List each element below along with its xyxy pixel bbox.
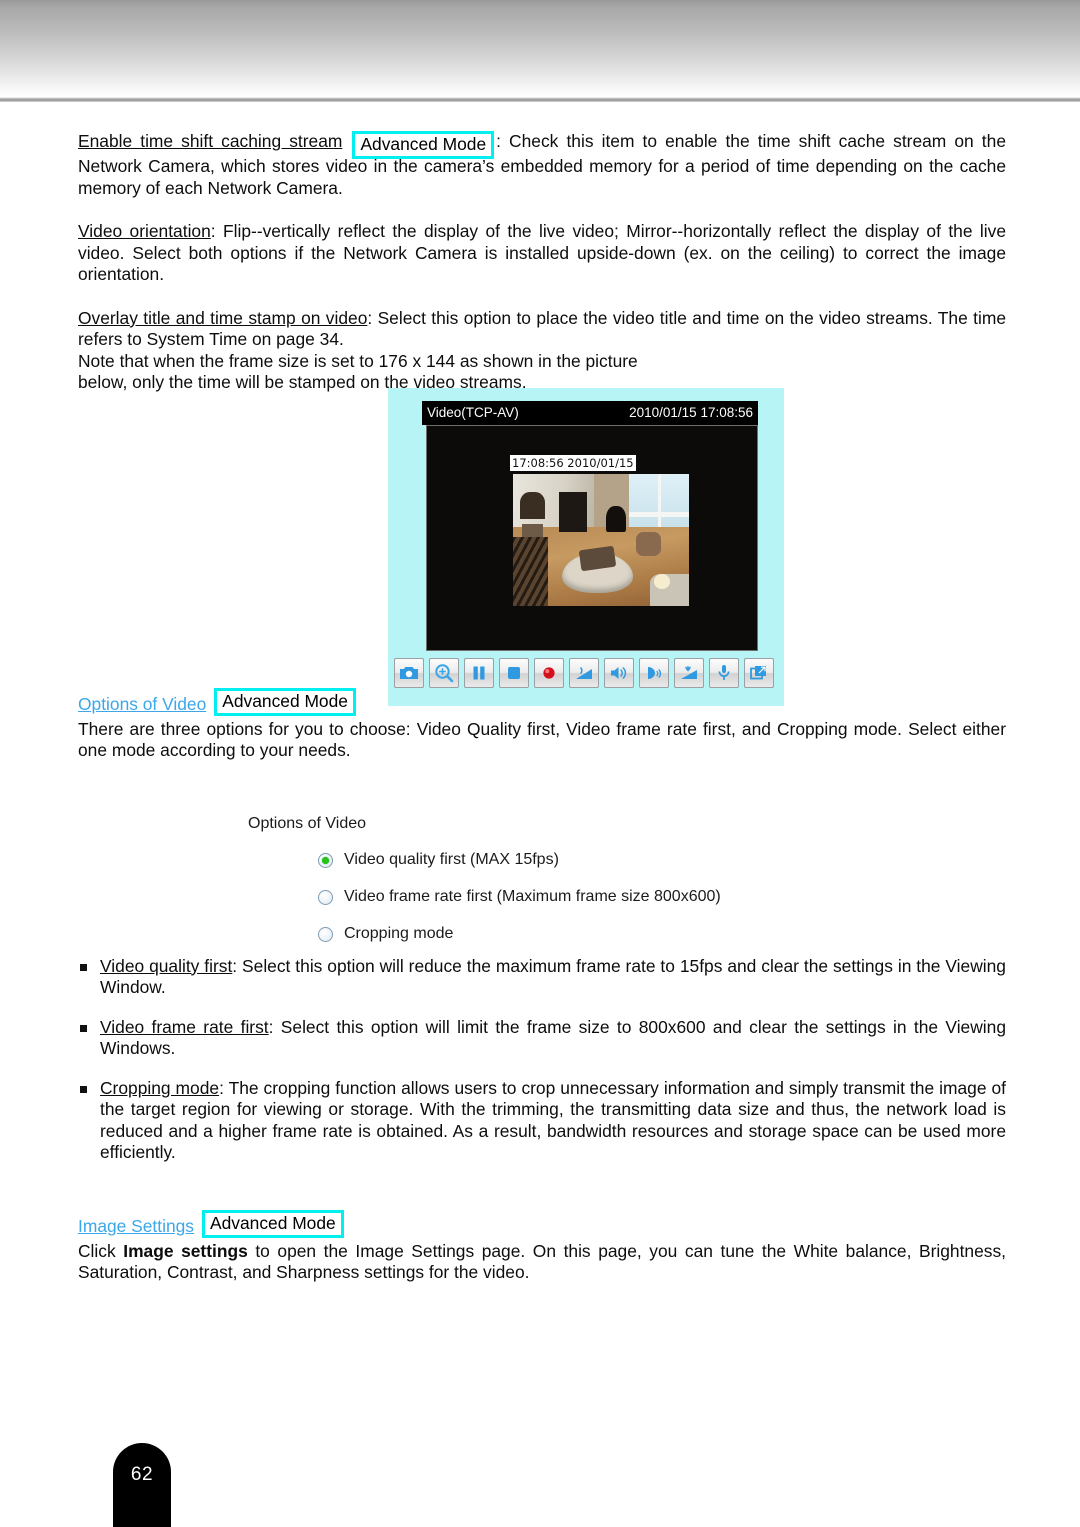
video-display-area[interactable]: 17:08:56 2010/01/15	[426, 425, 758, 651]
radio-label: Video frame rate first (Maximum frame si…	[344, 888, 721, 905]
radio-button-icon[interactable]	[318, 926, 333, 942]
page-header-gradient	[0, 0, 1080, 97]
fullscreen-icon	[750, 665, 768, 681]
microphone-icon	[717, 664, 731, 682]
paragraph-video-orientation: Video orientation: Flip--vertically refl…	[78, 221, 1006, 286]
paragraph-video-orientation-text: : Flip--vertically reflect the display o…	[78, 221, 1006, 284]
scene-chair	[606, 505, 626, 533]
pause-button[interactable]	[464, 658, 494, 688]
term-overlay-title: Overlay title and time stamp on video	[78, 307, 368, 328]
mic-volume-icon	[679, 665, 699, 681]
talk-icon	[644, 665, 664, 681]
scene-shelf-lower	[521, 524, 543, 538]
radio-option-cropping-mode[interactable]: Cropping mode	[318, 925, 808, 943]
heading-image-settings-row: Image Settings Advanced Mode	[78, 1209, 1006, 1238]
link-image-settings[interactable]: Image Settings	[78, 1216, 194, 1238]
video-player-figure: Video(TCP-AV) 2010/01/15 17:08:56 17:08:…	[388, 388, 784, 706]
paragraph-overlay-title: Overlay title and time stamp on video: S…	[78, 308, 1006, 351]
bullet-term: Video frame rate first	[100, 1016, 269, 1037]
options-of-video-settings-figure: Options of Video Video quality first (MA…	[248, 815, 808, 962]
snapshot-icon	[399, 665, 419, 681]
stop-button[interactable]	[499, 658, 529, 688]
list-item: Cropping mode: The cropping function all…	[78, 1078, 1006, 1164]
volume-mute-icon	[574, 665, 594, 681]
paragraph-options-of-video: There are three options for you to choos…	[78, 718, 1006, 761]
video-player-titlebar: Video(TCP-AV) 2010/01/15 17:08:56	[422, 401, 758, 425]
scene-armchair	[636, 532, 661, 556]
volume-icon	[609, 665, 629, 681]
talk-button[interactable]	[639, 658, 669, 688]
square-bullet-icon	[80, 1024, 87, 1032]
link-options-of-video[interactable]: Options of Video	[78, 694, 206, 716]
stop-icon	[506, 665, 522, 681]
radio-option-video-quality-first[interactable]: Video quality first (MAX 15fps)	[318, 851, 808, 869]
paragraph-time-shift: Enable time shift caching stream Advance…	[78, 128, 1006, 199]
video-player-toolbar	[394, 658, 778, 688]
scene-fireplace	[558, 492, 587, 533]
snapshot-button[interactable]	[394, 658, 424, 688]
volume-mute-button[interactable]	[569, 658, 599, 688]
page-header-divider-highlight	[0, 102, 1080, 104]
list-item: Video frame rate first: Select this opti…	[78, 1017, 1006, 1060]
video-stream-timestamp: 2010/01/15 17:08:56	[629, 405, 753, 420]
record-icon	[541, 665, 557, 681]
mic-volume-button[interactable]	[674, 658, 704, 688]
bullet-term: Cropping mode	[100, 1077, 220, 1098]
square-bullet-icon	[80, 1085, 87, 1093]
radio-label: Video quality first (MAX 15fps)	[344, 851, 559, 868]
term-time-shift: Enable time shift caching stream	[78, 131, 343, 151]
video-stream-title: Video(TCP-AV)	[427, 405, 519, 420]
video-overlay-timestamp: 17:08:56 2010/01/15	[510, 455, 636, 471]
fullscreen-button[interactable]	[744, 658, 774, 688]
document-body: Enable time shift caching stream Advance…	[78, 128, 1006, 1306]
advanced-mode-badge: Advanced Mode	[214, 687, 356, 716]
bullet-term: Video quality first	[100, 955, 233, 976]
pause-icon	[471, 665, 487, 681]
video-option-bullet-list: Video quality first: Select this option …	[78, 956, 1006, 1164]
record-button[interactable]	[534, 658, 564, 688]
radio-label: Cropping mode	[344, 925, 454, 942]
page-number: 62	[130, 1464, 154, 1485]
square-bullet-icon	[80, 963, 87, 971]
volume-button[interactable]	[604, 658, 634, 688]
radio-button-icon[interactable]	[318, 889, 333, 905]
options-figure-title: Options of Video	[248, 815, 367, 832]
paragraph-image-settings: Click Image settings to open the Image S…	[78, 1241, 1006, 1284]
digital-zoom-icon	[434, 663, 454, 683]
page-number-tab: 62	[113, 1443, 171, 1527]
image-settings-bold-term: Image settings	[123, 1240, 248, 1261]
scene-shelf-upper	[520, 492, 545, 519]
radio-button-icon[interactable]	[318, 852, 333, 868]
video-frame-176x144	[513, 474, 689, 606]
image-settings-text-pre: Click	[78, 1240, 124, 1261]
advanced-mode-badge: Advanced Mode	[202, 1209, 344, 1238]
bullet-body: : The cropping function allows users to …	[100, 1077, 1006, 1163]
radio-option-video-frame-rate-first[interactable]: Video frame rate first (Maximum frame si…	[318, 888, 808, 906]
term-video-orientation: Video orientation	[78, 221, 211, 241]
scene-stair-rail	[513, 537, 549, 606]
microphone-button[interactable]	[709, 658, 739, 688]
digital-zoom-button[interactable]	[429, 658, 459, 688]
scene-lamp	[653, 574, 670, 589]
advanced-mode-badge: Advanced Mode	[352, 131, 495, 159]
